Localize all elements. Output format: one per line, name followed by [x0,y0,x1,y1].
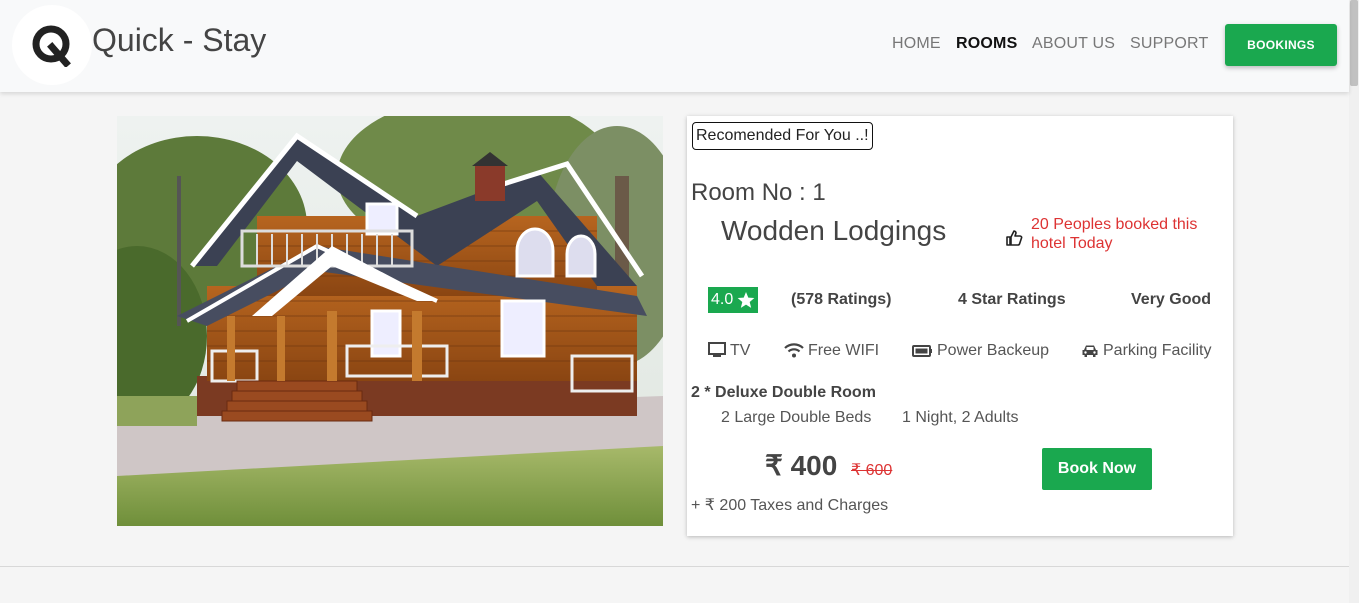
amenity-power-backup: Power Backeup [912,342,1049,360]
booked-today-text: 20 Peoples booked this hotel Today [1031,216,1198,252]
navbar: Quick - Stay HOME ROOMS ABOUT US SUPPORT… [0,0,1349,92]
nav-about-us[interactable]: ABOUT US [1032,35,1115,53]
room-type: 2 * Deluxe Double Room [691,384,876,401]
price: ₹ 400 [765,450,838,481]
nav-rooms[interactable]: ROOMS [956,35,1017,53]
book-now-button[interactable]: Book Now [1042,448,1152,490]
beds-detail: 2 Large Double Beds [721,409,872,426]
rating-value: 4.0 [711,291,734,308]
thumbs-up-icon [1006,230,1023,246]
review-word: Very Good [1131,291,1212,308]
bookings-button[interactable]: BOOKINGS [1225,24,1337,66]
scrollbar-thumb[interactable] [1350,0,1358,86]
footer-divider [0,566,1349,567]
taxes-charges: + ₹ 200 Taxes and Charges [691,497,889,514]
star-ratings: 4 Star Ratings [958,291,1066,308]
wifi-icon [784,343,804,358]
hotel-name: Wodden Lodgings [721,215,947,246]
amenity-wifi: Free WIFI [784,342,879,360]
car-icon [1082,345,1098,357]
tv-icon [708,342,726,357]
logo-q-icon [32,25,71,67]
nav-home[interactable]: HOME [892,35,941,53]
page-scrollbar[interactable] [1349,0,1359,603]
hotel-image [117,116,663,526]
stay-detail: 1 Night, 2 Adults [902,409,1019,426]
battery-icon [912,345,932,357]
nav-support[interactable]: SUPPORT [1130,35,1208,53]
old-price: ₹ 600 [851,462,893,479]
rating-badge: 4.0 [708,287,758,313]
ratings-count: (578 Ratings) [791,291,892,308]
star-icon [737,292,755,308]
brand-name[interactable]: Quick - Stay [92,22,266,59]
recommended-badge: Recomended For You ..! [692,122,873,150]
room-number: Room No : 1 [691,179,826,206]
room-card: Recomended For You ..! Room No : 1 Wodde… [687,116,1233,536]
logo[interactable] [12,5,92,85]
amenity-parking: Parking Facility [1081,342,1211,360]
amenity-tv: TV [708,342,750,360]
